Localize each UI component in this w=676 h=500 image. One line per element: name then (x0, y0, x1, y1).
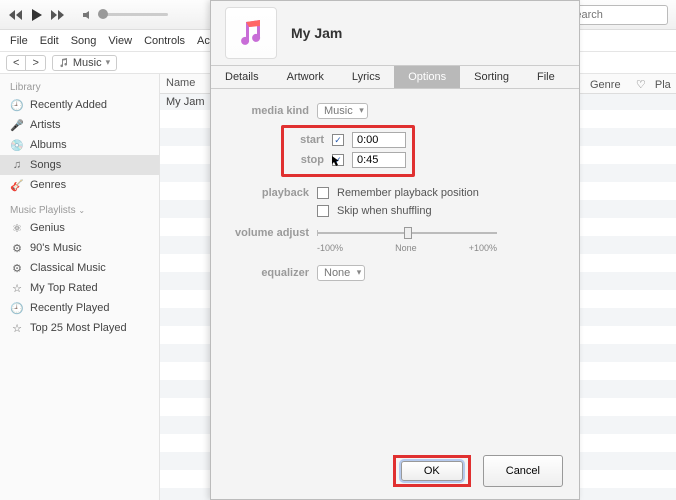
prev-track-icon[interactable] (8, 9, 24, 21)
sidebar-item-label: Songs (30, 159, 61, 171)
remember-position-checkbox[interactable] (317, 187, 329, 199)
volume-slider[interactable] (82, 10, 168, 20)
vol-min-label: -100% (317, 243, 343, 253)
sidebar-item-label: Albums (30, 139, 67, 151)
sidebar-item-label: My Top Rated (30, 282, 98, 294)
tab-sorting[interactable]: Sorting (460, 66, 523, 88)
sidebar-item-90-s-music[interactable]: ⚙ 90's Music (0, 238, 159, 258)
stop-label: stop (290, 154, 324, 166)
start-checkbox[interactable] (332, 134, 344, 146)
menu-file[interactable]: File (10, 35, 28, 47)
volume-adjust-slider[interactable] (317, 232, 497, 234)
gear-icon: 🕘 (10, 301, 24, 315)
sidebar-item-label: 90's Music (30, 242, 82, 254)
song-info-dialog: My Jam DetailsArtworkLyricsOptionsSortin… (210, 0, 580, 500)
menu-controls[interactable]: Controls (144, 35, 185, 47)
ok-button[interactable]: OK (401, 461, 463, 481)
vol-mid-label: None (395, 243, 417, 253)
sidebar-item-classical-music[interactable]: ⚙ Classical Music (0, 258, 159, 278)
sidebar-item-recently-played[interactable]: 🕘 Recently Played (0, 298, 159, 318)
start-label: start (290, 134, 324, 146)
sidebar-icon: 🎤 (10, 118, 24, 132)
sidebar-icon: ♫ (10, 158, 24, 172)
music-note-icon (59, 58, 69, 68)
sidebar-icon: 🎸 (10, 178, 24, 192)
chevron-down-icon[interactable]: ⌄ (78, 206, 85, 215)
gear-icon: ☆ (10, 321, 24, 335)
sidebar-item-genres[interactable]: 🎸 Genres (0, 175, 159, 195)
sidebar-section-library: Library (0, 78, 159, 95)
tab-file[interactable]: File (523, 66, 569, 88)
equalizer-select[interactable]: None (317, 265, 365, 281)
sidebar-item-my-top-rated[interactable]: ☆ My Top Rated (0, 278, 159, 298)
sidebar-item-artists[interactable]: 🎤 Artists (0, 115, 159, 135)
gear-icon: ☆ (10, 281, 24, 295)
volume-icon (82, 10, 94, 20)
menu-edit[interactable]: Edit (40, 35, 59, 47)
sidebar-item-genius[interactable]: ⚛ Genius (0, 218, 159, 238)
sidebar-item-label: Genres (30, 179, 66, 191)
love-column-icon[interactable]: ♡ (636, 79, 646, 91)
menu-view[interactable]: View (108, 35, 132, 47)
sidebar-section-playlists: Music Playlists ⌄ (0, 201, 159, 218)
sidebar-item-albums[interactable]: 💿 Albums (0, 135, 159, 155)
chevron-down-icon: ▾ (106, 57, 111, 68)
nav-back-forward[interactable]: <> (6, 55, 46, 71)
sidebar-icon: 💿 (10, 138, 24, 152)
song-row-name[interactable]: My Jam (160, 94, 211, 112)
playback-label: playback (229, 187, 309, 199)
sidebar-item-label: Artists (30, 119, 61, 131)
music-note-icon (236, 18, 266, 48)
tab-artwork[interactable]: Artwork (273, 66, 338, 88)
start-stop-highlight: start stop (281, 125, 415, 177)
tab-lyrics[interactable]: Lyrics (338, 66, 394, 88)
sidebar-item-label: Recently Played (30, 302, 110, 314)
sidebar-icon: 🕘 (10, 98, 24, 112)
ok-highlight: OK (393, 455, 471, 487)
column-genre[interactable]: Genre (590, 79, 621, 91)
play-icon[interactable] (30, 8, 44, 22)
library-picker-label: Music (73, 57, 102, 69)
gear-icon: ⚙ (10, 261, 24, 275)
cursor-icon (331, 155, 341, 167)
remember-position-label: Remember playback position (337, 187, 479, 199)
volume-adjust-label: volume adjust (229, 227, 309, 239)
skip-shuffle-checkbox[interactable] (317, 205, 329, 217)
gear-icon: ⚛ (10, 221, 24, 235)
menu-song[interactable]: Song (71, 35, 97, 47)
media-kind-select[interactable]: Music (317, 103, 368, 119)
sidebar-item-label: Genius (30, 222, 65, 234)
dialog-title: My Jam (291, 25, 342, 41)
gear-icon: ⚙ (10, 241, 24, 255)
media-kind-label: media kind (229, 105, 309, 117)
start-time-input[interactable] (352, 132, 406, 148)
tab-options[interactable]: Options (394, 66, 460, 88)
equalizer-label: equalizer (229, 267, 309, 279)
sidebar-item-label: Classical Music (30, 262, 106, 274)
sidebar-item-top-25-most-played[interactable]: ☆ Top 25 Most Played (0, 318, 159, 338)
album-art-placeholder (225, 7, 277, 59)
cancel-button[interactable]: Cancel (483, 455, 563, 487)
column-plays[interactable]: Pla (655, 79, 671, 91)
sidebar-item-recently-added[interactable]: 🕘 Recently Added (0, 95, 159, 115)
next-track-icon[interactable] (50, 9, 66, 21)
stop-time-input[interactable] (352, 152, 406, 168)
vol-max-label: +100% (469, 243, 497, 253)
sidebar-item-songs[interactable]: ♫ Songs (0, 155, 159, 175)
skip-shuffle-label: Skip when shuffling (337, 205, 432, 217)
sidebar-item-label: Top 25 Most Played (30, 322, 127, 334)
tab-details[interactable]: Details (211, 66, 273, 88)
stop-checkbox[interactable] (332, 154, 344, 166)
library-picker[interactable]: Music ▾ (52, 55, 117, 71)
sidebar-item-label: Recently Added (30, 99, 107, 111)
